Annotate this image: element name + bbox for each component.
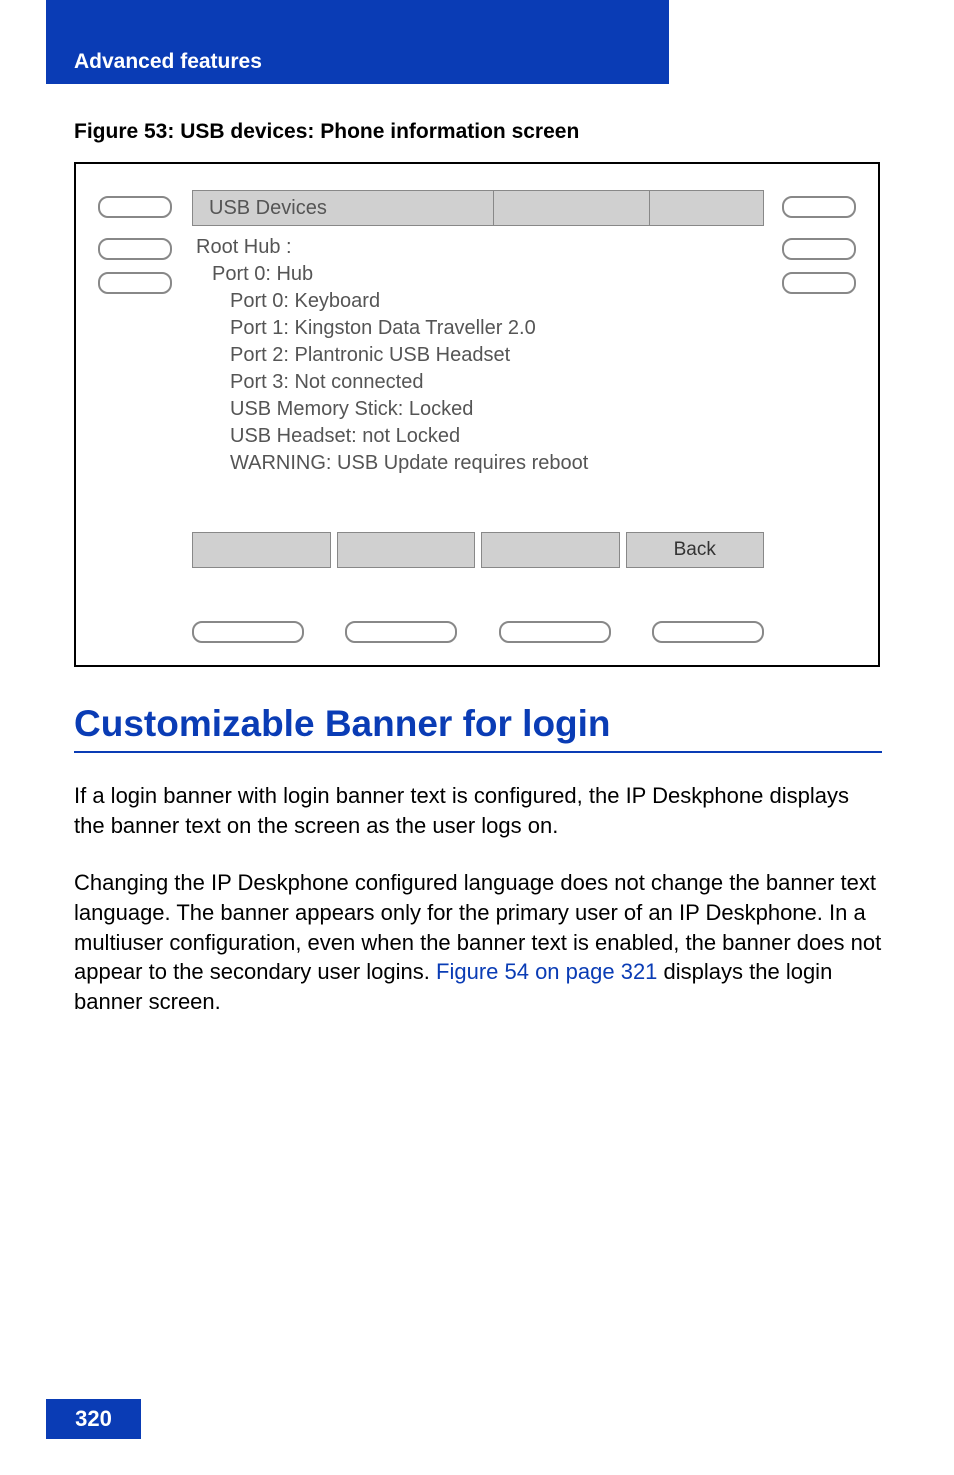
top-accent-bar — [46, 0, 669, 40]
softkey-back[interactable]: Back — [626, 532, 765, 568]
softkey-3[interactable] — [481, 532, 620, 568]
screen-line: Port 0: Keyboard — [196, 288, 764, 315]
phone-key-right-1 — [782, 196, 856, 218]
screen-line: Port 0: Hub — [196, 261, 764, 288]
phone-key-right-3 — [782, 272, 856, 294]
page-number: 320 — [75, 1406, 112, 1432]
softkey-row: Back — [192, 532, 764, 568]
phone-key-bottom-1 — [192, 621, 304, 643]
figure-caption: Figure 53: USB devices: Phone informatio… — [74, 120, 882, 144]
phone-key-bottom-2 — [345, 621, 457, 643]
screen-title: USB Devices — [192, 190, 494, 226]
screen-line: Root Hub : — [196, 234, 764, 261]
screen-body: Root Hub : Port 0: Hub Port 0: Keyboard … — [192, 226, 764, 532]
screen-title-spacer — [494, 190, 650, 226]
screen-line: Port 3: Not connected — [196, 369, 764, 396]
screen-line: Port 2: Plantronic USB Headset — [196, 342, 764, 369]
phone-key-bottom-3 — [499, 621, 611, 643]
phone-key-right-2 — [782, 238, 856, 260]
section-heading: Customizable Banner for login — [74, 703, 882, 753]
screen-title-bar: USB Devices — [192, 190, 764, 226]
header-title: Advanced features — [74, 50, 262, 74]
screen-line: Port 1: Kingston Data Traveller 2.0 — [196, 315, 764, 342]
body-paragraph-1: If a login banner with login banner text… — [74, 781, 882, 840]
page-content: Figure 53: USB devices: Phone informatio… — [74, 120, 882, 1017]
phone-key-left-3 — [98, 272, 172, 294]
page-number-box: 320 — [46, 1399, 141, 1439]
screen-line: USB Headset: not Locked — [196, 423, 764, 450]
screen-title-spacer — [650, 190, 764, 226]
phone-key-left-2 — [98, 238, 172, 260]
figure-cross-reference-link[interactable]: Figure 54 on page 321 — [436, 959, 657, 984]
softkey-1[interactable] — [192, 532, 331, 568]
softkey-2[interactable] — [337, 532, 476, 568]
body-paragraph-2: Changing the IP Deskphone configured lan… — [74, 868, 882, 1016]
phone-key-left-1 — [98, 196, 172, 218]
phone-screen: USB Devices Root Hub : Port 0: Hub Port … — [192, 190, 764, 600]
screen-line: WARNING: USB Update requires reboot — [196, 450, 764, 477]
figure-box: USB Devices Root Hub : Port 0: Hub Port … — [74, 162, 880, 667]
screen-line: USB Memory Stick: Locked — [196, 396, 764, 423]
phone-key-bottom-4 — [652, 621, 764, 643]
header-bar: Advanced features — [46, 40, 669, 84]
bottom-phone-keys — [192, 621, 764, 643]
